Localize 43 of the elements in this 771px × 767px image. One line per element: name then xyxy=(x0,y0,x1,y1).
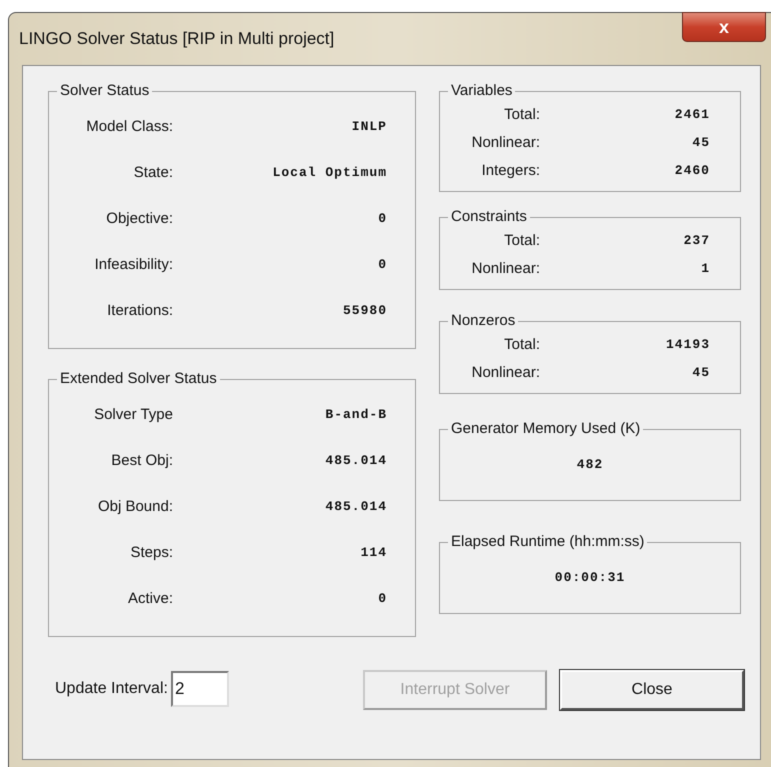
update-interval-label: Update Interval: xyxy=(55,679,168,699)
field-label: Total: xyxy=(503,334,540,355)
group-title: Generator Memory Used (K) xyxy=(448,419,644,439)
field-label: Nonlinear: xyxy=(470,362,540,383)
field-value: 45 xyxy=(691,134,710,152)
field-label: Solver Type xyxy=(93,404,173,425)
field-label: Infeasibility: xyxy=(94,254,173,275)
dismiss-button[interactable]: Close xyxy=(560,670,744,710)
field-value: 55980 xyxy=(342,302,387,320)
group-title: Elapsed Runtime (hh:mm:ss) xyxy=(448,532,648,552)
field-label: Integers: xyxy=(480,160,540,181)
field-value: 237 xyxy=(682,232,710,250)
field-value: 482 xyxy=(576,456,604,474)
field-label: State: xyxy=(132,162,173,183)
field-label: Nonlinear: xyxy=(470,258,540,279)
field-value: 114 xyxy=(360,544,387,562)
field-value: B-and-B xyxy=(324,406,387,424)
field-value: INLP xyxy=(350,118,387,136)
field-label: Nonlinear: xyxy=(470,132,540,153)
field-label: Total: xyxy=(503,104,540,125)
update-interval-field[interactable]: 2 xyxy=(170,671,229,707)
field-value: 2460 xyxy=(674,162,710,180)
field-value: 485.014 xyxy=(324,452,387,470)
field-value: 14193 xyxy=(664,336,710,354)
field-value: 45 xyxy=(691,364,710,382)
field-label: Obj Bound: xyxy=(96,496,173,517)
field-label: Iterations: xyxy=(106,300,173,321)
field-label: Model Class: xyxy=(85,116,173,137)
field-value: 0 xyxy=(377,210,387,228)
field-label: Objective: xyxy=(105,208,173,229)
field-value: 485.014 xyxy=(324,498,387,516)
field-value: 0 xyxy=(377,256,387,274)
window-title: LINGO Solver Status [RIP in Multi project] xyxy=(19,28,334,50)
field-label: Active: xyxy=(126,588,173,609)
field-label: Best Obj: xyxy=(110,450,173,471)
field-value: Local Optimum xyxy=(272,164,387,182)
field-label: Total: xyxy=(503,230,540,251)
field-value: 00:00:31 xyxy=(554,569,626,588)
field-label: Steps: xyxy=(129,542,173,563)
window-close-button[interactable]: x xyxy=(682,12,766,42)
field-value: 0 xyxy=(377,590,387,608)
field-value: 1 xyxy=(700,260,710,278)
field-value: 2461 xyxy=(674,106,710,124)
